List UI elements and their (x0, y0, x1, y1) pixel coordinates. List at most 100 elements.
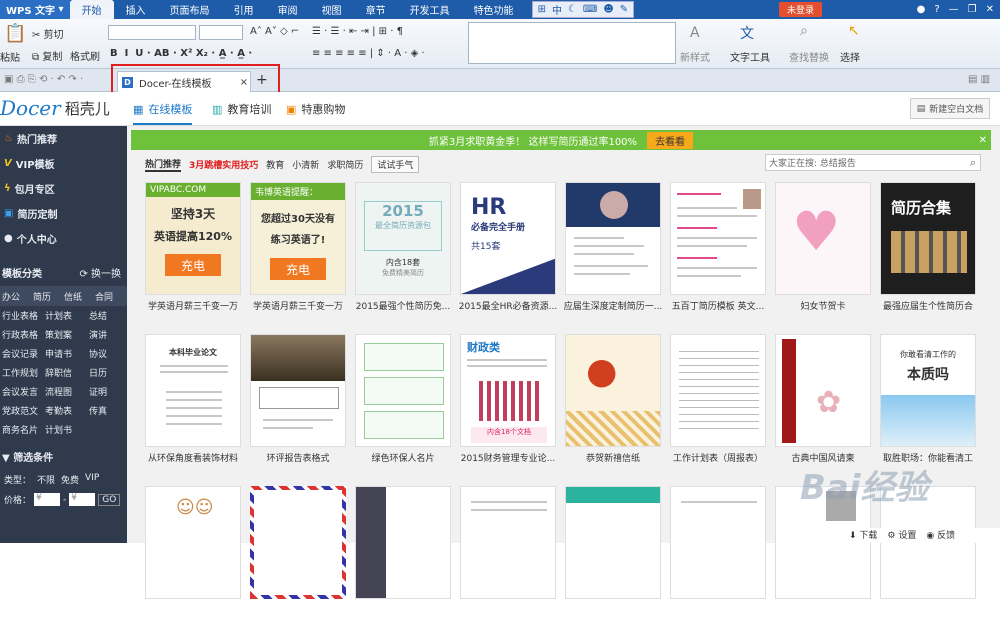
text-tools-icon[interactable]: 文 (740, 23, 754, 43)
category-link[interactable]: 商务名片 (2, 423, 45, 436)
template-thumbnail[interactable]: 简历合集 (880, 182, 976, 295)
user-icon[interactable]: ☻ (603, 4, 613, 15)
wrench-icon[interactable]: ✎ (620, 4, 628, 15)
input-method-icon[interactable]: ⊞ (538, 4, 546, 15)
template-caption[interactable]: 学英语月薪三千变一万 (141, 299, 245, 312)
template-card[interactable]: 财政类 内含18个文档 2015财务管理专业论... (460, 334, 556, 479)
type-all[interactable]: 不限 (37, 473, 55, 486)
template-thumbnail[interactable] (250, 334, 346, 447)
template-caption[interactable]: 2015最强个性简历免... (351, 299, 455, 312)
template-thumbnail[interactable]: HR 必备完全手册 共15套 (460, 182, 556, 295)
new-style-icon[interactable]: A (690, 25, 700, 41)
font-size-select[interactable] (199, 25, 243, 40)
category-link[interactable]: 策划案 (45, 328, 89, 341)
template-thumbnail[interactable]: ✿ (775, 334, 871, 447)
close-icon[interactable]: ✕ (986, 4, 994, 15)
category-link[interactable]: 计划书 (45, 423, 89, 436)
settings-button[interactable]: ⚙ 设置 (887, 528, 916, 543)
filter-resume[interactable]: 求职简历 (327, 158, 363, 171)
template-caption[interactable]: 学英语月薪三千变一万 (246, 299, 350, 312)
category-link[interactable]: 协议 (89, 347, 120, 360)
category-link[interactable]: 党政范文 (2, 404, 45, 417)
template-thumbnail[interactable]: 韦博英语提醒： 您超过30天没有 练习英语了! 充电 (250, 182, 346, 295)
template-card[interactable]: 你敢看清工作的 本质吗 取胜职场：你能看清工 (880, 334, 976, 479)
template-caption[interactable]: 应届生深度定制简历一... (561, 299, 665, 312)
sidebar-item-hot[interactable]: ♨ 热门推荐 (0, 126, 127, 151)
nav-education[interactable]: ▥ 教育培训 (212, 101, 271, 117)
style-gallery[interactable] (468, 22, 676, 64)
category-link[interactable]: 考勤表 (45, 404, 89, 417)
select-icon[interactable]: ↖ (848, 23, 860, 39)
template-thumbnail[interactable]: 2015 最全简历资源包 内含18套 免费精美简历 (355, 182, 451, 295)
template-thumbnail[interactable]: 你敢看清工作的 本质吗 (880, 334, 976, 447)
category-link[interactable]: 流程图 (45, 385, 89, 398)
category-link[interactable]: 行业表格 (2, 309, 45, 322)
category-link[interactable]: 申请书 (45, 347, 89, 360)
skin-icon[interactable]: ● (917, 4, 926, 15)
template-card[interactable] (460, 486, 556, 631)
align-buttons[interactable]: ≡ ≡ ≡ ≡ ≡ | ⇕ · A · ◈ · (312, 48, 425, 59)
tab-start[interactable]: 开始 (69, 0, 114, 19)
filter-education[interactable]: 教育 (266, 158, 284, 171)
sidebar-item-personal[interactable]: ● 个人中心 (0, 226, 127, 251)
sidebar-item-resume[interactable]: ▣ 简历定制 (0, 201, 127, 226)
template-caption[interactable]: 五百丁简历模板 英文... (666, 299, 770, 312)
new-blank-doc-button[interactable]: ▤ 新建空白文档 (910, 98, 990, 119)
template-card[interactable] (250, 486, 346, 631)
quick-toolbar[interactable]: ⊞ 中 ☾ ⌨ ☻ ✎ (531, 1, 635, 18)
copy-button[interactable]: ⧉ 复制 (32, 48, 62, 63)
nav-shopping[interactable]: ▣ 特惠购物 (286, 101, 345, 117)
filter-job-tips[interactable]: 3月跳槽实用技巧 (189, 158, 258, 171)
category-link[interactable]: 证明 (89, 385, 120, 398)
template-card[interactable]: 本科毕业论文 从环保角度看装饰材料 (145, 334, 241, 479)
tab-options-icon[interactable]: ▤ ▥ (968, 74, 990, 85)
category-link[interactable]: 传真 (89, 404, 120, 417)
tab-features[interactable]: 特色功能 (462, 0, 526, 19)
template-caption[interactable]: 2015最全HR必备资源... (456, 299, 560, 312)
template-caption[interactable]: 从环保角度看装饰材料 (141, 451, 245, 464)
price-to-input[interactable]: ¥ (69, 493, 96, 506)
find-replace-button[interactable]: 查找替换 (789, 49, 829, 64)
template-caption[interactable]: 绿色环保人名片 (351, 451, 455, 464)
category-resume[interactable]: 简历 (33, 290, 64, 303)
minimize-icon[interactable]: — (949, 4, 959, 15)
category-link[interactable]: 行政表格 (2, 328, 45, 341)
template-card[interactable]: HR 必备完全手册 共15套 2015最全HR必备资源... (459, 182, 557, 327)
tab-review[interactable]: 审阅 (266, 0, 310, 19)
template-thumbnail[interactable]: ● (565, 334, 661, 447)
cut-button[interactable]: ✂ 剪切 (32, 26, 64, 41)
font-name-select[interactable] (108, 25, 196, 40)
paste-button[interactable]: 粘贴 (0, 49, 20, 64)
template-caption[interactable]: 2015财务管理专业论... (456, 451, 560, 464)
download-button[interactable]: ⬇ 下载 (849, 528, 877, 543)
template-card[interactable] (355, 486, 451, 631)
format-painter-button[interactable]: 格式刷 (70, 48, 100, 63)
text-tools-button[interactable]: 文字工具 (730, 49, 770, 64)
filter-hot[interactable]: 热门推荐 (145, 157, 182, 172)
tab-developer[interactable]: 开发工具 (398, 0, 462, 19)
category-contract[interactable]: 合同 (95, 290, 126, 303)
template-thumbnail[interactable] (565, 182, 661, 295)
template-card[interactable]: 绿色环保人名片 (355, 334, 451, 479)
template-card[interactable]: 2015 最全简历资源包 内含18套 免费精美简历 2015最强个性简历免... (355, 182, 451, 327)
format-buttons[interactable]: B I U · AB · X² X₂ · A̲ · A̲ · (110, 48, 252, 59)
template-card[interactable]: 五百丁简历模板 英文... (670, 182, 766, 327)
sidebar-item-vip[interactable]: V VIP模板 (0, 151, 127, 176)
category-letter[interactable]: 信纸 (64, 290, 95, 303)
quick-access-icons[interactable]: ▣ ⎙ ⎘ ⟲ · ↶ ↷ · (4, 74, 83, 85)
template-caption[interactable]: 最强应届生个性简历合 (876, 299, 980, 312)
category-office[interactable]: 办公 (2, 290, 33, 303)
paste-icon[interactable]: 📋 (4, 23, 26, 44)
type-vip[interactable]: VIP (85, 473, 99, 486)
chinese-toggle[interactable]: 中 (552, 2, 562, 17)
template-card[interactable]: ☺☺ (145, 486, 241, 631)
template-caption[interactable]: 恭贺新禧信纸 (561, 451, 665, 464)
category-link[interactable]: 辞职信 (45, 366, 89, 379)
template-card[interactable]: ♥ 妇女节贺卡 (775, 182, 871, 327)
moon-icon[interactable]: ☾ (568, 4, 577, 15)
template-thumbnail[interactable]: VIPABC.COM 坚持3天 英语提高120% 充电 (145, 182, 241, 295)
category-link[interactable]: 演讲 (89, 328, 120, 341)
category-link[interactable]: 会议发言 (2, 385, 45, 398)
docer-logo[interactable]: Docer 稻壳儿 (0, 92, 110, 124)
maximize-icon[interactable]: ❐ (968, 4, 977, 15)
